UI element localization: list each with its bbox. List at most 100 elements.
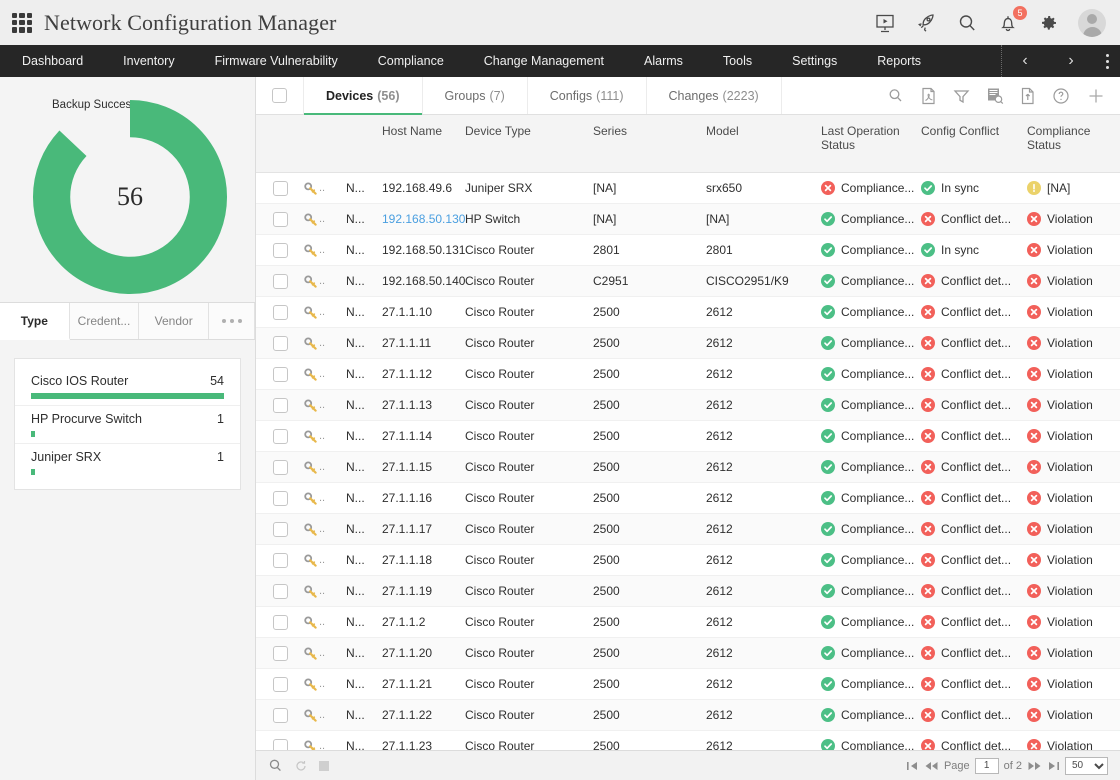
table-row[interactable]: ..N...27.1.1.20Cisco Router25002612Compl… [256, 638, 1120, 669]
nav-item-firmware-vulnerability[interactable]: Firmware Vulnerability [195, 45, 358, 77]
device-name-truncated[interactable]: N... [346, 677, 382, 691]
first-page-button[interactable] [906, 760, 919, 772]
tab-groups[interactable]: Groups (7) [423, 77, 528, 114]
device-name-truncated[interactable]: N... [346, 460, 382, 474]
document-search-icon[interactable] [986, 87, 1004, 105]
device-name-truncated[interactable]: N... [346, 553, 382, 567]
device-name-truncated[interactable]: N... [346, 615, 382, 629]
credential-key-icon[interactable]: .. [304, 399, 346, 412]
sidebar-tab-more-icon[interactable] [209, 303, 255, 339]
table-row[interactable]: ..N...27.1.1.11Cisco Router25002612Compl… [256, 328, 1120, 359]
row-checkbox[interactable] [273, 739, 288, 751]
column-header-last-operation-status[interactable]: Last Operation Status [821, 115, 921, 172]
table-row[interactable]: ..N...27.1.1.13Cisco Router25002612Compl… [256, 390, 1120, 421]
avatar[interactable] [1078, 9, 1106, 37]
table-row[interactable]: ..N...27.1.1.16Cisco Router25002612Compl… [256, 483, 1120, 514]
device-name-truncated[interactable]: N... [346, 212, 382, 226]
search-icon[interactable] [955, 11, 979, 35]
last-page-button[interactable] [1047, 760, 1060, 772]
nav-item-dashboard[interactable]: Dashboard [0, 45, 103, 77]
cell-host-name[interactable]: 27.1.1.11 [382, 336, 465, 350]
nav-prev-button[interactable]: ‹ [1002, 45, 1048, 77]
row-checkbox[interactable] [273, 708, 288, 723]
table-row[interactable]: ..N...27.1.1.21Cisco Router25002612Compl… [256, 669, 1120, 700]
nav-item-compliance[interactable]: Compliance [358, 45, 464, 77]
bell-icon[interactable]: 5 [996, 11, 1020, 35]
credential-key-icon[interactable]: .. [304, 182, 346, 195]
device-name-truncated[interactable]: N... [346, 708, 382, 722]
credential-key-icon[interactable]: .. [304, 585, 346, 598]
help-icon[interactable] [1052, 87, 1070, 105]
nav-overflow-menu-icon[interactable] [1094, 45, 1120, 77]
tab-devices[interactable]: Devices (56) [304, 77, 423, 114]
device-name-truncated[interactable]: N... [346, 336, 382, 350]
device-name-truncated[interactable]: N... [346, 739, 382, 750]
column-header-host-name[interactable]: Host Name [382, 115, 465, 172]
row-checkbox[interactable] [273, 367, 288, 382]
column-header-compliance-status[interactable]: Compliance Status [1027, 115, 1120, 172]
table-row[interactable]: ..N...27.1.1.22Cisco Router25002612Compl… [256, 700, 1120, 731]
table-row[interactable]: ..N...27.1.1.18Cisco Router25002612Compl… [256, 545, 1120, 576]
column-header-model[interactable]: Model [706, 115, 821, 172]
cell-host-name[interactable]: 27.1.1.22 [382, 708, 465, 722]
column-header-device-type[interactable]: Device Type [465, 115, 593, 172]
table-row[interactable]: ..N...27.1.1.15Cisco Router25002612Compl… [256, 452, 1120, 483]
nav-item-tools[interactable]: Tools [703, 45, 772, 77]
device-name-truncated[interactable]: N... [346, 398, 382, 412]
previous-page-button[interactable] [924, 760, 939, 772]
credential-key-icon[interactable]: .. [304, 461, 346, 474]
credential-key-icon[interactable]: .. [304, 647, 346, 660]
row-checkbox[interactable] [273, 584, 288, 599]
cell-host-name[interactable]: 192.168.49.6 [382, 181, 465, 195]
cell-host-name[interactable]: 192.168.50.130 [382, 212, 465, 226]
cell-host-name[interactable]: 27.1.1.23 [382, 739, 465, 750]
cell-host-name[interactable]: 27.1.1.13 [382, 398, 465, 412]
cell-host-name[interactable]: 27.1.1.18 [382, 553, 465, 567]
table-row[interactable]: ..N...27.1.1.10Cisco Router25002612Compl… [256, 297, 1120, 328]
table-row[interactable]: ..N...27.1.1.17Cisco Router25002612Compl… [256, 514, 1120, 545]
credential-key-icon[interactable]: .. [304, 244, 346, 257]
list-item[interactable]: HP Procurve Switch 1 [15, 406, 240, 444]
row-checkbox[interactable] [273, 491, 288, 506]
row-checkbox[interactable] [273, 646, 288, 661]
row-checkbox[interactable] [273, 615, 288, 630]
tab-changes[interactable]: Changes (2223) [647, 77, 782, 114]
row-checkbox[interactable] [273, 305, 288, 320]
row-checkbox[interactable] [273, 181, 288, 196]
sidebar-tab-type[interactable]: Type [0, 303, 70, 340]
nav-next-button[interactable]: › [1048, 45, 1094, 77]
table-row[interactable]: ..N...27.1.1.12Cisco Router25002612Compl… [256, 359, 1120, 390]
nav-item-settings[interactable]: Settings [772, 45, 857, 77]
device-name-truncated[interactable]: N... [346, 584, 382, 598]
gear-icon[interactable] [1037, 11, 1061, 35]
credential-key-icon[interactable]: .. [304, 337, 346, 350]
row-checkbox[interactable] [273, 243, 288, 258]
device-name-truncated[interactable]: N... [346, 429, 382, 443]
sidebar-tab-vendor[interactable]: Vendor [139, 303, 209, 339]
cell-host-name[interactable]: 27.1.1.21 [382, 677, 465, 691]
export-pdf-icon[interactable] [920, 87, 937, 105]
device-name-truncated[interactable]: N... [346, 367, 382, 381]
nav-item-reports[interactable]: Reports [857, 45, 941, 77]
row-checkbox[interactable] [273, 429, 288, 444]
credential-key-icon[interactable]: .. [304, 275, 346, 288]
table-row[interactable]: ..N...192.168.50.130HP Switch[NA][NA]Com… [256, 204, 1120, 235]
apps-grid-icon[interactable] [12, 13, 32, 33]
device-name-truncated[interactable]: N... [346, 181, 382, 195]
nav-item-change-management[interactable]: Change Management [464, 45, 624, 77]
cell-host-name[interactable]: 27.1.1.10 [382, 305, 465, 319]
sidebar-tab-credentials[interactable]: Credent... [70, 303, 140, 339]
credential-key-icon[interactable]: .. [304, 430, 346, 443]
table-row[interactable]: ..N...27.1.1.23Cisco Router25002612Compl… [256, 731, 1120, 750]
cell-host-name[interactable]: 27.1.1.12 [382, 367, 465, 381]
cell-host-name[interactable]: 27.1.1.19 [382, 584, 465, 598]
column-header-config-conflict[interactable]: Config Conflict [921, 115, 1027, 172]
row-checkbox[interactable] [273, 336, 288, 351]
select-all-checkbox[interactable] [272, 88, 287, 103]
device-name-truncated[interactable]: N... [346, 491, 382, 505]
list-item[interactable]: Juniper SRX 1 [15, 444, 240, 475]
filter-icon[interactable] [953, 88, 970, 104]
nav-item-inventory[interactable]: Inventory [103, 45, 194, 77]
list-item[interactable]: Cisco IOS Router 54 [15, 368, 240, 406]
search-icon[interactable] [887, 87, 904, 104]
